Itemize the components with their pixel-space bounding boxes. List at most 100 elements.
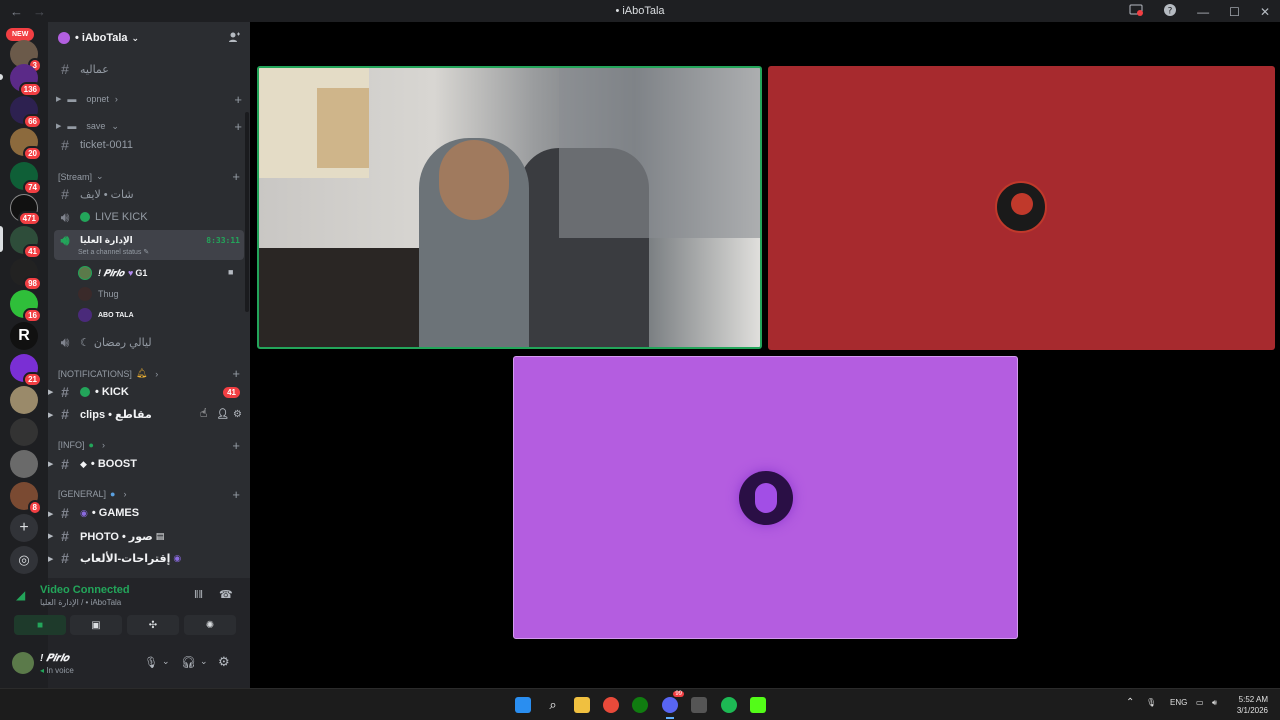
voice-channel-item[interactable]: 🔊︎ ☾ ليالي رمضان xyxy=(56,332,244,352)
server-icon[interactable]: 8 xyxy=(10,482,42,515)
hash-icon: # xyxy=(61,186,69,202)
channel-item[interactable]: # عماليه xyxy=(56,59,244,79)
clock[interactable]: 5:52 AM 3/1/2026 xyxy=(1237,694,1268,716)
minimize-icon[interactable]: — xyxy=(1197,5,1209,19)
close-icon[interactable]: ✕ xyxy=(1260,5,1270,19)
server-icon[interactable]: 66 xyxy=(10,96,42,129)
maximize-icon[interactable]: ☐ xyxy=(1229,5,1240,19)
server-header[interactable]: • iAboTala ⌄ xyxy=(48,22,250,54)
settings-gear-icon[interactable]: ⚙ xyxy=(218,654,230,670)
language-indicator[interactable]: ENG xyxy=(1170,698,1187,707)
network-icon[interactable]: ▭ xyxy=(1196,698,1204,707)
channel-item[interactable]: # شات • لايف xyxy=(56,184,244,204)
gear-icon[interactable]: ⚙ xyxy=(233,409,242,420)
chrome-icon[interactable] xyxy=(603,697,619,713)
server-icon[interactable]: 21 xyxy=(10,354,42,387)
add-channel-icon[interactable]: + xyxy=(232,487,240,502)
search-icon[interactable]: ⌕ xyxy=(545,697,561,713)
server-icon[interactable] xyxy=(10,450,38,478)
moon-icon: ☾ xyxy=(80,336,90,349)
add-channel-icon[interactable]: + xyxy=(234,119,242,134)
chevron-down-icon[interactable]: ⌄ xyxy=(162,656,170,667)
channel-item[interactable]: # إقتراحات-الألعاب ◉ xyxy=(56,548,244,568)
signal-icon[interactable]: ◢ xyxy=(16,588,25,602)
category-general[interactable]: [GENERAL] ● › + xyxy=(58,487,242,502)
server-icon[interactable]: R xyxy=(10,322,38,350)
voice-user[interactable]: Thug xyxy=(78,285,119,303)
windows-start-icon[interactable] xyxy=(515,697,531,713)
voice-status[interactable]: Video Connected xyxy=(40,584,130,596)
channel-item[interactable]: # PHOTO • صور ▤ xyxy=(56,526,244,546)
camera-button[interactable]: ■ xyxy=(14,615,66,635)
add-channel-icon[interactable]: + xyxy=(232,169,240,184)
file-explorer-icon[interactable] xyxy=(574,697,590,713)
channel-status-hint[interactable]: Set a channel status ✎ xyxy=(78,248,149,256)
channel-folder[interactable]: ▶ ▬ save ⌄ + xyxy=(56,116,244,136)
folder-icon: ▬ xyxy=(67,94,77,104)
soundboard-button[interactable]: ✺ xyxy=(184,615,236,635)
server-icon[interactable]: 20 xyxy=(10,128,42,161)
server-icon[interactable]: 41 xyxy=(10,226,42,259)
hash-icon: # xyxy=(61,550,69,566)
spotify-icon[interactable] xyxy=(721,697,737,713)
voice-status-icon: ◂ xyxy=(40,666,45,675)
video-tile-camera[interactable] xyxy=(257,66,762,349)
caret-right-icon: ▶ xyxy=(48,511,54,518)
add-channel-icon[interactable]: + xyxy=(232,366,240,381)
sidebar-scrollbar[interactable] xyxy=(245,112,249,312)
server-icon[interactable] xyxy=(10,418,38,446)
invite-icon[interactable]: 👤︎ xyxy=(216,409,229,420)
add-channel-icon[interactable]: + xyxy=(232,438,240,453)
xbox-icon[interactable] xyxy=(632,697,648,713)
activities-icon: ✣ xyxy=(148,619,158,631)
category-info[interactable]: [INFO] ● › + xyxy=(58,438,242,453)
channel-item[interactable]: # ◆ • BOOST xyxy=(56,454,244,474)
volume-icon[interactable]: 🔊︎ xyxy=(1212,698,1217,708)
server-icon[interactable]: 16 xyxy=(10,290,42,323)
category-notifications[interactable]: [NOTIFICATIONS] 🔔︎ › + xyxy=(58,366,242,381)
server-icon[interactable] xyxy=(10,386,38,414)
video-tile-user-purple[interactable] xyxy=(513,356,1018,639)
add-server-icon[interactable]: + xyxy=(10,514,38,542)
activities-button[interactable]: ✣ xyxy=(127,615,179,635)
voice-location[interactable]: الإدارة العليا / • iAboTala xyxy=(40,598,121,607)
channel-item[interactable]: # • KICK 41 xyxy=(56,382,244,402)
channel-item[interactable]: # ticket-0011 xyxy=(56,135,244,155)
discover-icon[interactable]: ◎ xyxy=(10,546,38,574)
microphone-icon[interactable]: 🎙︎ xyxy=(1146,698,1156,707)
category-stream[interactable]: [Stream] ⌄ + xyxy=(58,169,242,184)
voice-user[interactable]: ! 𝑷𝒊𝒓𝒍𝒐 ♥ G1 xyxy=(78,264,147,282)
speaker-icon: 🔊︎ xyxy=(60,208,70,225)
server-icon[interactable]: 98 xyxy=(10,258,42,291)
app-icon[interactable] xyxy=(691,697,707,713)
video-tile-user-red[interactable] xyxy=(768,66,1275,350)
active-voice-name[interactable]: 🔊︎ الإدارة العليا 8:33:11 xyxy=(56,230,244,250)
channel-folder[interactable]: ▶ ▬ opnet › + xyxy=(56,89,244,109)
kick-icon[interactable] xyxy=(750,697,766,713)
add-channel-icon[interactable]: + xyxy=(234,92,242,107)
help-icon[interactable]: ? xyxy=(1163,3,1177,20)
caret-right-icon: ▶ xyxy=(56,96,62,103)
screenshare-button[interactable]: ▣ xyxy=(70,615,122,635)
avatar[interactable] xyxy=(12,652,34,674)
server-icon[interactable]: 74 xyxy=(10,162,42,195)
chevron-up-icon[interactable]: ⌃ xyxy=(1126,697,1134,708)
noise-suppression-icon[interactable]: ‖‖ xyxy=(194,589,203,601)
add-user-icon[interactable] xyxy=(228,31,240,46)
headphones-icon[interactable]: 🎧︎ xyxy=(181,655,196,669)
discord-icon[interactable]: 99 xyxy=(662,691,684,713)
user-name[interactable]: ! 𝑷𝒊𝒓𝒍𝒐 xyxy=(40,653,69,664)
microphone-icon[interactable]: 🎙︎ xyxy=(144,656,158,669)
hash-icon: # xyxy=(61,505,69,521)
channel-item[interactable]: # ◉ • GAMES xyxy=(56,503,244,523)
voice-channel-item[interactable]: 🔊︎ LIVE KICK xyxy=(56,207,244,227)
new-badge[interactable]: NEW xyxy=(6,28,35,41)
bell-icon: 🔔︎ xyxy=(135,368,148,378)
disconnect-icon[interactable]: ☎ xyxy=(219,588,233,601)
chevron-down-icon[interactable]: ⌄ xyxy=(200,656,208,667)
voice-user[interactable]: ABO TALA xyxy=(78,306,134,324)
channel-item[interactable]: # clips • مقاطع 👤︎ ⚙ xyxy=(56,404,244,424)
server-icon[interactable]: 471 xyxy=(10,194,41,226)
inbox-icon[interactable] xyxy=(1129,3,1144,20)
server-icon[interactable]: 136 xyxy=(10,64,42,97)
